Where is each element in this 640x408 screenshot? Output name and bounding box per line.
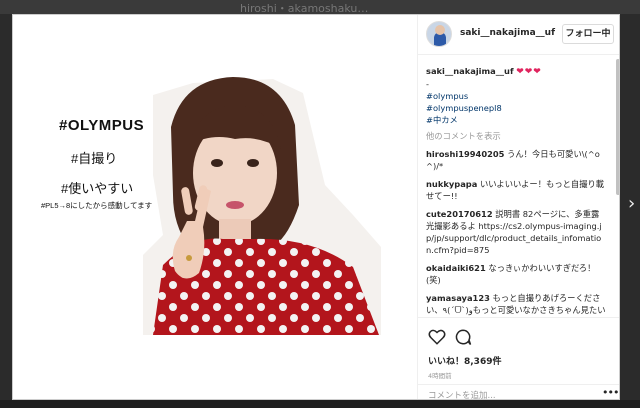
list-item: yamasaya123 もっと自撮りあげろーください、٩(ˊᗜˋ)وもっと可愛い…: [426, 292, 606, 317]
comment-list: saki__nakajima__uf ❤❤❤ - #olympus #olymp…: [418, 55, 614, 317]
avatar[interactable]: [426, 21, 452, 47]
more-options-icon[interactable]: •••: [602, 386, 619, 399]
background-page-strip: hiroshi・akamoshaku…: [0, 0, 640, 15]
background-page-bottom: [0, 400, 640, 408]
list-item: hiroshi19940205 うん！今日も可愛い\(^o^)/*: [426, 148, 606, 172]
view-more-comments-link[interactable]: 他のコメントを表示: [426, 130, 606, 142]
post-sidebar: saki__nakajima__uf フォロー中 saki__nakajima_…: [417, 15, 619, 399]
comment-username[interactable]: cute20170612: [426, 209, 493, 219]
follow-button[interactable]: フォロー中: [562, 24, 614, 44]
comment-username[interactable]: nukkypapa: [426, 179, 477, 189]
image-text-olympus: #OLYMPUS: [59, 117, 145, 134]
next-post-arrow-icon[interactable]: ›: [628, 192, 640, 216]
comment-bubble-icon[interactable]: [454, 328, 472, 346]
comments-scrollbar[interactable]: [616, 59, 619, 195]
comment-username[interactable]: okaidaiki621: [426, 263, 486, 273]
post-header: saki__nakajima__uf フォロー中: [418, 15, 619, 55]
image-text-pl5: #PL5→8にしたから感動してます: [41, 201, 153, 210]
hashtag-link[interactable]: #olympus: [426, 90, 606, 102]
post-timestamp: 4時間前: [428, 372, 452, 380]
list-item: okaidaiki621 なっきぃかわいいすぎだろ！(笑): [426, 262, 606, 286]
comment-username[interactable]: hiroshi19940205: [426, 149, 504, 159]
image-text-selfie: #自撮り: [71, 151, 118, 166]
header-username[interactable]: saki__nakajima__uf: [460, 28, 555, 38]
caption-dash: -: [426, 79, 429, 89]
caption-username[interactable]: saki__nakajima__uf: [426, 66, 514, 76]
post-photo[interactable]: #OLYMPUS #自撮り #使いやすい #PL5→8にしたから感動してます: [13, 15, 417, 399]
add-comment-input[interactable]: コメントを追加...: [428, 389, 496, 399]
post-modal: #OLYMPUS #自撮り #使いやすい #PL5→8にしたから感動してます s…: [12, 14, 620, 400]
image-text-easy: #使いやすい: [61, 181, 134, 196]
add-comment-bar: コメントを追加... •••: [418, 384, 619, 399]
caption: saki__nakajima__uf ❤❤❤ - #olympus #olymp…: [426, 65, 606, 126]
comment-username[interactable]: yamasaya123: [426, 293, 490, 303]
hashtag-link[interactable]: #olympuspenepl8: [426, 102, 606, 114]
list-item: nukkypapa いいよいいよー！もっと自撮り載せてー!!: [426, 178, 606, 202]
post-actions: いいね！8,369件 4時間前 コメントを追加... •••: [418, 317, 619, 399]
hashtag-link[interactable]: #中カメ: [426, 114, 606, 126]
caption-hearts: ❤❤❤: [516, 67, 542, 77]
list-item: cute20170612 説明書 82ページに、多重露光撮影あるよ https:…: [426, 208, 606, 256]
likes-count[interactable]: いいね！8,369件: [428, 354, 501, 367]
heart-outline-icon[interactable]: [428, 328, 446, 346]
